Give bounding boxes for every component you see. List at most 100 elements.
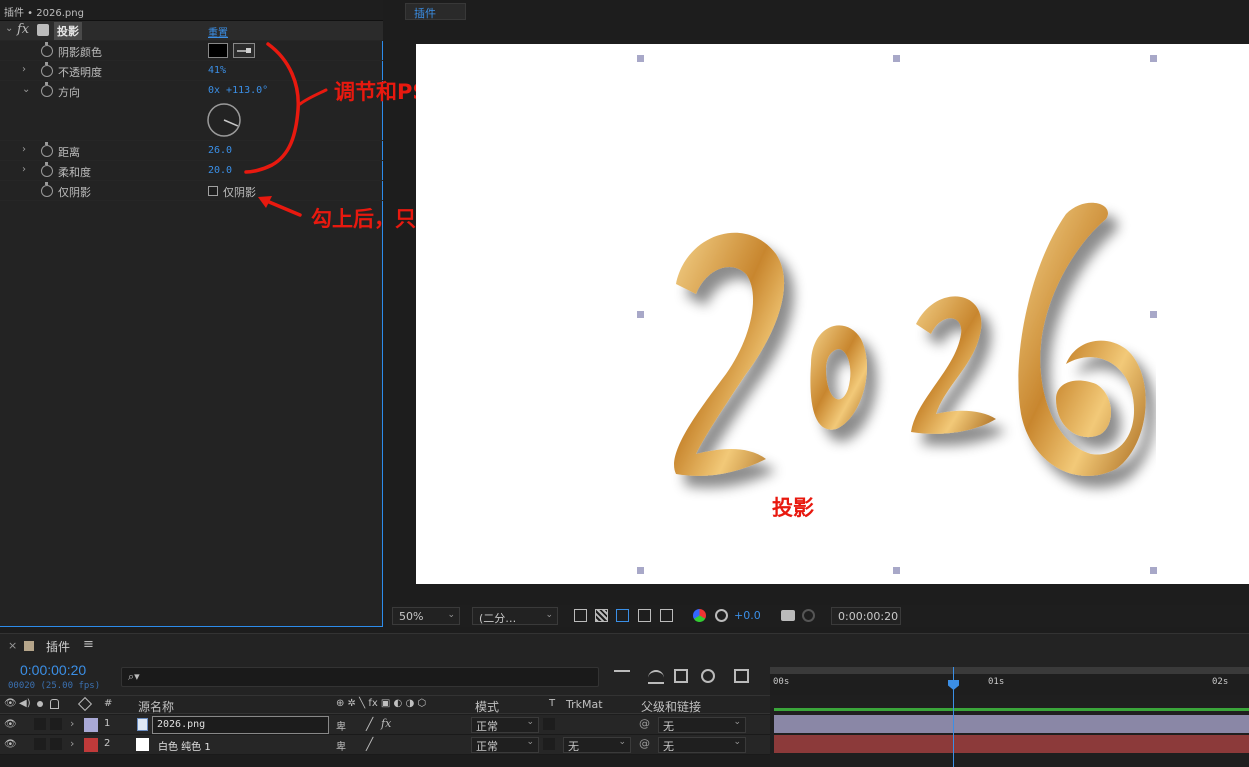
layer-index: 2 bbox=[104, 738, 111, 749]
visibility-icon[interactable]: 👁 bbox=[4, 698, 17, 709]
work-area-bar[interactable] bbox=[770, 667, 1249, 674]
parent-dropdown[interactable]: 无 ⌄ bbox=[658, 717, 746, 733]
solo-icon[interactable] bbox=[37, 701, 43, 707]
transform-handle[interactable] bbox=[1150, 567, 1157, 574]
ruler-label: 01s bbox=[988, 677, 1005, 687]
expand-chevron-icon[interactable]: › bbox=[70, 717, 74, 730]
blend-mode-value: 正常 bbox=[476, 740, 498, 753]
transform-handle[interactable] bbox=[893, 55, 900, 62]
expand-chevron-icon[interactable]: › bbox=[70, 737, 74, 750]
panel-menu-icon[interactable]: ≡ bbox=[83, 637, 94, 652]
composition-canvas[interactable]: 投影 2026 bbox=[416, 44, 1249, 584]
exposure-reset-icon[interactable] bbox=[715, 609, 728, 622]
chevron-down-icon: ⌄ bbox=[733, 737, 741, 747]
chevron-down-icon: ⌄ bbox=[618, 737, 626, 747]
column-t: T bbox=[549, 698, 556, 709]
search-icon: ⌕▾ bbox=[128, 670, 140, 683]
label-tag-icon[interactable] bbox=[77, 696, 93, 712]
lock-toggle[interactable] bbox=[50, 718, 62, 730]
parent-value: 无 bbox=[663, 720, 674, 733]
draft-3d-icon[interactable] bbox=[648, 670, 664, 684]
chevron-down-icon: ⌄ bbox=[526, 737, 534, 747]
camera-icon[interactable] bbox=[781, 610, 795, 621]
motion-blur-icon[interactable] bbox=[701, 669, 715, 683]
layer-duration-bar[interactable] bbox=[774, 735, 1249, 753]
parent-dropdown[interactable]: 无 ⌄ bbox=[658, 737, 746, 753]
grid-guides-icon[interactable] bbox=[660, 609, 673, 622]
layer-search-input[interactable]: ⌕▾ bbox=[121, 667, 599, 687]
blend-mode-dropdown[interactable]: 正常 ⌄ bbox=[471, 717, 539, 733]
layer-name[interactable]: 2026.png bbox=[152, 716, 329, 734]
transform-handle[interactable] bbox=[893, 567, 900, 574]
trkmat-value: 无 bbox=[568, 740, 579, 753]
viewer-timecode[interactable]: 0:00:00:20 bbox=[831, 607, 901, 625]
image-file-icon bbox=[137, 718, 148, 731]
viewer-tab[interactable]: 插件 bbox=[405, 3, 466, 20]
lock-toggle[interactable] bbox=[50, 738, 62, 750]
trkmat-dropdown[interactable]: 无 ⌄ bbox=[563, 737, 631, 753]
column-mode[interactable]: 模式 bbox=[475, 698, 499, 715]
layer-index: 1 bbox=[104, 718, 111, 729]
frame-blending-icon[interactable] bbox=[674, 669, 688, 683]
exposure-value[interactable]: +0.0 bbox=[734, 609, 761, 622]
transform-handle[interactable] bbox=[637, 55, 644, 62]
solo-toggle[interactable] bbox=[34, 738, 46, 750]
resolution-value: (二分… bbox=[479, 612, 517, 625]
parent-value: 无 bbox=[663, 740, 674, 753]
channel-icon[interactable] bbox=[693, 609, 706, 622]
zoom-value: 50% bbox=[399, 610, 424, 623]
switches-icon[interactable]: ⊕ ✲ ╲ fx ▣ ◐ ◑ ⬡ bbox=[336, 698, 426, 709]
layer-duration-bar[interactable] bbox=[774, 715, 1249, 733]
transform-handle[interactable] bbox=[637, 567, 644, 574]
preserve-transparency-toggle[interactable] bbox=[543, 718, 555, 730]
layer-label-color[interactable] bbox=[84, 718, 98, 732]
lock-icon[interactable] bbox=[50, 699, 59, 709]
chevron-down-icon: ⌄ bbox=[526, 717, 534, 727]
time-ruler[interactable]: 00s 01s 02s bbox=[770, 667, 1249, 695]
visibility-icon[interactable]: 👁 bbox=[4, 719, 17, 730]
blend-mode-value: 正常 bbox=[476, 720, 498, 733]
quality-icon[interactable]: ╱ bbox=[366, 737, 373, 751]
visibility-icon[interactable]: 👁 bbox=[4, 739, 17, 750]
transform-handle[interactable] bbox=[1150, 55, 1157, 62]
effect-switch-icon[interactable]: fx bbox=[381, 717, 391, 730]
region-of-interest-icon[interactable] bbox=[638, 609, 651, 622]
layer-column-header: 👁 ◀) # 源名称 ⊕ ✲ ╲ fx ▣ ◐ ◑ ⬡ 模式 T TrkMat … bbox=[0, 695, 770, 714]
ruler-label: 02s bbox=[1212, 677, 1229, 687]
shy-icon[interactable]: 卑 bbox=[336, 718, 346, 733]
layer-name[interactable]: 白色 纯色 1 bbox=[158, 738, 211, 753]
shy-icon[interactable]: 卑 bbox=[336, 738, 346, 753]
preserve-transparency-toggle[interactable] bbox=[543, 738, 555, 750]
transparency-grid-icon[interactable] bbox=[595, 609, 608, 622]
composition-flowchart-icon[interactable] bbox=[614, 670, 630, 684]
zoom-dropdown[interactable]: 50% ⌄ bbox=[392, 607, 460, 625]
layer-label-color[interactable] bbox=[84, 738, 98, 752]
close-icon[interactable]: × bbox=[8, 639, 17, 652]
timeline-tabbar: × 插件 ≡ bbox=[0, 633, 1249, 657]
pick-whip-icon[interactable]: @ bbox=[639, 737, 650, 750]
graph-editor-icon[interactable] bbox=[734, 669, 749, 683]
audio-icon[interactable]: ◀) bbox=[19, 698, 31, 709]
column-trkmat[interactable]: TrkMat bbox=[566, 698, 603, 711]
gold-2026-artwork bbox=[674, 202, 1146, 476]
column-parent[interactable]: 父级和链接 bbox=[641, 698, 701, 715]
layer-row[interactable]: 👁 › 1 2026.png 卑 ╱ fx 正常 ⌄ @ 无 ⌄ bbox=[0, 715, 770, 735]
quality-icon[interactable]: ╱ bbox=[366, 717, 373, 731]
blend-mode-dropdown[interactable]: 正常 ⌄ bbox=[471, 737, 539, 753]
pick-whip-icon[interactable]: @ bbox=[639, 717, 650, 730]
track-area[interactable] bbox=[770, 695, 1249, 767]
show-snapshot-icon[interactable] bbox=[802, 609, 815, 622]
timeline-timecode[interactable]: 0:00:00:20 bbox=[20, 662, 86, 678]
resolution-dropdown[interactable]: (二分… ⌄ bbox=[472, 607, 558, 625]
chevron-down-icon: ⌄ bbox=[545, 610, 553, 620]
layer-row[interactable]: 👁 › 2 白色 纯色 1 卑 ╱ 正常 ⌄ 无 ⌄ @ 无 ⌄ bbox=[0, 735, 770, 755]
solo-toggle[interactable] bbox=[34, 718, 46, 730]
viewer-tab-label: 插件 bbox=[414, 7, 436, 20]
timeline-tab-label[interactable]: 插件 bbox=[46, 638, 70, 655]
frame-info: 00020 (25.00 fps) bbox=[8, 681, 101, 691]
chevron-down-icon: ⌄ bbox=[447, 610, 455, 620]
mask-visibility-icon[interactable] bbox=[616, 609, 629, 622]
column-source-name[interactable]: 源名称 bbox=[138, 698, 174, 715]
viewer-timecode-value: 0:00:00:20 bbox=[838, 610, 899, 623]
fast-preview-icon[interactable] bbox=[574, 609, 587, 622]
